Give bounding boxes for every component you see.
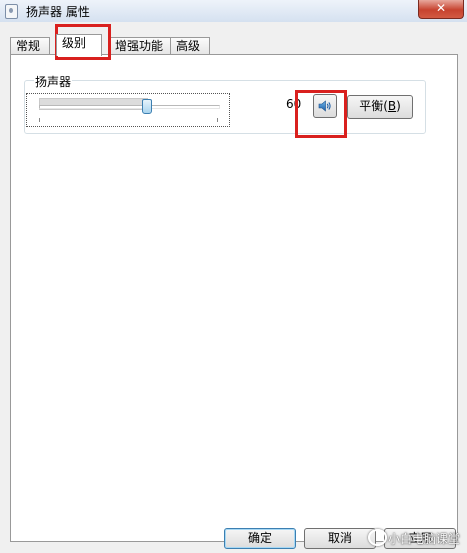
balance-label: 平衡 <box>359 99 384 113</box>
speaker-volume-icon <box>318 100 331 112</box>
tab-panel-levels: 扬声器 60 平衡(B) <box>10 54 458 542</box>
dialog-body: 常规 级别 增强功能 高级 扬声器 60 平衡(B) 确定 取消 应用 <box>0 22 467 553</box>
mute-toggle-button[interactable] <box>313 94 337 118</box>
volume-value: 60 <box>286 97 302 111</box>
speaker-level-group: 扬声器 60 平衡(B) <box>24 73 426 134</box>
cancel-button[interactable]: 取消 <box>304 528 376 549</box>
watermark: 小白电脑课堂 <box>368 525 467 551</box>
balance-accel-key: B <box>387 99 397 113</box>
window-title: 扬声器 属性 <box>26 5 90 19</box>
tab-levels[interactable]: 级别 <box>56 34 102 56</box>
balance-accel-close: ) <box>396 99 401 113</box>
balance-button[interactable]: 平衡(B) <box>347 95 413 119</box>
ok-button[interactable]: 确定 <box>224 528 296 549</box>
group-title: 扬声器 <box>34 73 73 90</box>
speaker-properties-icon <box>5 4 18 19</box>
wechat-logo-icon <box>368 529 387 546</box>
close-button[interactable]: ✕ <box>418 0 464 19</box>
title-bar[interactable]: 扬声器 属性 ✕ <box>0 0 467 22</box>
slider-thumb[interactable] <box>142 99 153 114</box>
slider-track <box>39 105 220 109</box>
slider-tick <box>39 118 40 122</box>
slider-tick <box>217 118 218 122</box>
watermark-text: 小白电脑课堂 <box>388 532 461 546</box>
volume-slider[interactable] <box>26 93 230 127</box>
